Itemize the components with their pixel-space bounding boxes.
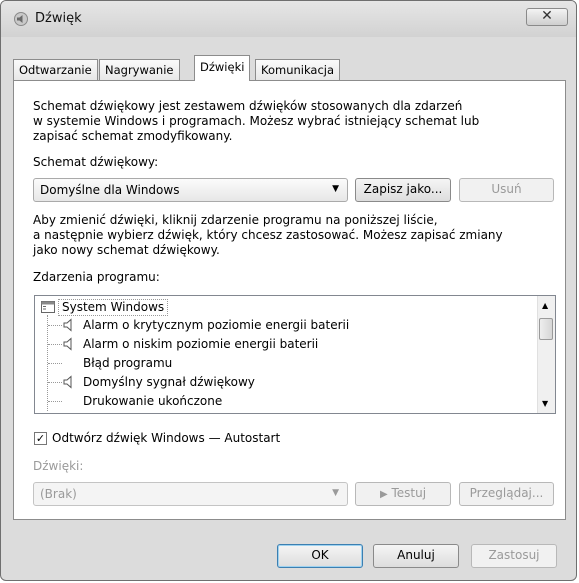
cancel-button[interactable]: Anuluj: [373, 544, 459, 568]
change-line-3: jako nowy schemat dźwiękowy.: [33, 243, 220, 257]
tab-communications[interactable]: Komunikacja: [255, 59, 341, 80]
events-label: Zdarzenia programu:: [33, 270, 160, 284]
save-as-button[interactable]: Zapisz jako...: [355, 178, 451, 202]
startup-sound-checkbox[interactable]: ✓: [34, 432, 47, 445]
scheme-label: Schemat dźwiękowy:: [33, 155, 159, 169]
tab-recording[interactable]: Nagrywanie: [99, 59, 180, 80]
sounds-value: (Brak): [40, 487, 77, 501]
tree-branch: [48, 363, 62, 364]
intro-line-2: w systemie Windows i programach. Możesz …: [33, 114, 480, 128]
close-button[interactable]: ✕: [526, 8, 568, 26]
tree-branch: [48, 401, 62, 402]
tab-playback[interactable]: Odtwarzanie: [13, 59, 98, 80]
tab-sounds[interactable]: Dźwięki: [194, 55, 251, 81]
play-icon: ▶: [379, 489, 388, 500]
chevron-down-icon: ▼: [332, 184, 339, 194]
events-list[interactable]: System Windows Alarm o krytycznym poziom…: [34, 295, 556, 414]
window-group-icon: [41, 301, 55, 313]
speaker-app-icon: [14, 12, 28, 26]
sounds-label: Dźwięki:: [33, 459, 84, 473]
ok-button[interactable]: OK: [277, 544, 363, 568]
test-label: Testuj: [391, 486, 427, 500]
test-button[interactable]: ▶ Testuj: [355, 482, 451, 506]
change-line-1: Aby zmienić dźwięki, kliknij zdarzenie p…: [33, 213, 438, 227]
sounds-dropdown[interactable]: (Brak) ▼: [33, 482, 348, 506]
list-scrollbar[interactable]: ▲ ▼: [537, 296, 555, 413]
chevron-down-icon: ▼: [332, 488, 339, 498]
speaker-icon: [63, 337, 72, 351]
scroll-up-icon[interactable]: ▲: [542, 301, 548, 310]
apply-button[interactable]: Zastosuj: [471, 544, 557, 568]
speaker-icon: [63, 375, 72, 389]
startup-sound-label: Odtwórz dźwięk Windows — Autostart: [52, 431, 281, 445]
sound-dialog: Dźwięk ✕ Odtwarzanie Nagrywanie Dźwięki …: [0, 0, 577, 581]
scheme-value: Domyślne dla Windows: [40, 183, 180, 197]
group-system-windows[interactable]: System Windows: [58, 299, 169, 316]
browse-button[interactable]: Przeglądaj...: [459, 482, 554, 506]
scheme-dropdown[interactable]: Domyślne dla Windows ▼: [33, 178, 348, 202]
event-item[interactable]: Alarm o krytycznym poziomie energii bate…: [83, 318, 349, 333]
scroll-down-icon[interactable]: ▼: [542, 399, 548, 408]
event-item[interactable]: Błąd programu: [83, 356, 172, 371]
change-line-2: a następnie wybierz dźwięk, który chcesz…: [33, 228, 503, 242]
tree-branch: [48, 382, 62, 383]
tree-branch: [48, 344, 62, 345]
speaker-icon: [63, 318, 72, 332]
event-item[interactable]: Alarm o niskim poziomie energii baterii: [83, 337, 318, 352]
window-title: Dźwięk: [35, 11, 82, 26]
delete-button[interactable]: Usuń: [459, 178, 554, 202]
intro-line-1: Schemat dźwiękowy jest zestawem dźwięków…: [33, 99, 463, 113]
intro-line-3: zapisać schemat zmodyfikowany.: [33, 129, 233, 143]
scroll-thumb[interactable]: [539, 318, 553, 340]
title-bar[interactable]: Dźwięk ✕: [1, 1, 576, 37]
event-item[interactable]: Drukowanie ukończone: [83, 394, 222, 409]
tree-branch: [48, 325, 62, 326]
event-item[interactable]: Domyślny sygnał dźwiękowy: [83, 375, 255, 390]
close-icon: ✕: [541, 8, 553, 24]
